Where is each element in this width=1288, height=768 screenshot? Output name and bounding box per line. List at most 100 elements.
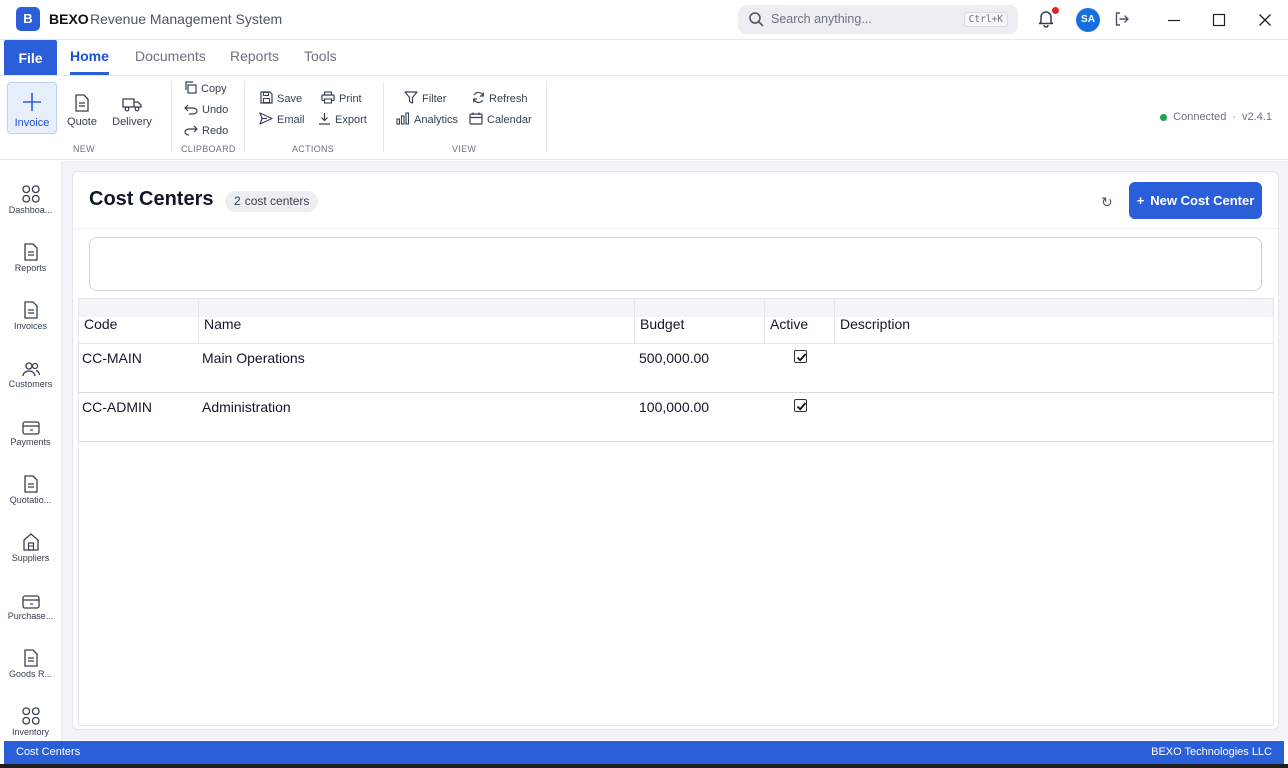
sidebar-item-label: Goods R... xyxy=(8,669,53,679)
print-label: Print xyxy=(339,93,362,105)
sidebar-item-invoices[interactable]: Invoices xyxy=(0,295,61,347)
save-label: Save xyxy=(277,93,303,105)
filter-icon xyxy=(404,91,418,107)
search-shortcut: Ctrl+K xyxy=(963,12,1008,27)
filter-button[interactable]: Filter xyxy=(404,90,446,108)
redo-button[interactable]: Redo xyxy=(184,122,228,140)
taskbar-edge xyxy=(0,764,1288,768)
new-invoice-button[interactable]: Invoice xyxy=(7,82,57,134)
email-button[interactable]: Email xyxy=(259,111,305,129)
status-separator: · xyxy=(1232,111,1237,123)
ribbon-divider xyxy=(244,82,245,152)
cell-code: CC-MAIN xyxy=(82,350,142,366)
export-button[interactable]: Export xyxy=(318,111,367,129)
new-delivery-button[interactable]: Delivery xyxy=(107,82,157,134)
plus-icon: + xyxy=(1136,193,1145,208)
redo-icon xyxy=(184,124,198,139)
cell-name: Administration xyxy=(202,399,291,415)
connection-status: Connected · v2.4.1 xyxy=(1160,111,1272,123)
count-label: cost centers xyxy=(244,194,310,208)
active-checkbox[interactable] xyxy=(794,399,807,412)
ribbon-divider xyxy=(546,82,547,152)
refresh-list-button[interactable]: ↻ xyxy=(1101,194,1113,211)
invoice-icon xyxy=(0,295,61,319)
minimize-button[interactable] xyxy=(1162,8,1186,32)
boxes-icon xyxy=(0,701,61,725)
grid-icon xyxy=(0,179,61,203)
sidebar-item-customers[interactable]: Customers xyxy=(0,353,61,405)
filter-label: Filter xyxy=(422,93,447,105)
printer-icon xyxy=(321,91,335,107)
new-invoice-label: Invoice xyxy=(14,117,50,129)
table-row[interactable]: CC-MAIN Main Operations 500,000.00 xyxy=(79,344,1273,393)
column-header-active[interactable]: Active xyxy=(765,299,835,344)
undo-label: Undo xyxy=(202,104,229,116)
filter-input[interactable] xyxy=(89,237,1262,291)
sidebar-item-suppliers[interactable]: Suppliers xyxy=(0,527,61,579)
page-title: Cost Centers xyxy=(89,188,214,210)
copy-button[interactable]: Copy xyxy=(184,80,227,98)
active-checkbox[interactable] xyxy=(794,350,807,363)
app-name: BEXO xyxy=(49,11,89,27)
table-header: Code Name Budget Active Description xyxy=(79,299,1273,344)
close-button[interactable] xyxy=(1253,8,1277,32)
user-avatar[interactable]: SA xyxy=(1076,8,1100,32)
calendar-icon xyxy=(469,112,483,128)
undo-button[interactable]: Undo xyxy=(184,101,228,119)
users-icon xyxy=(0,353,61,377)
sidebar-item-quotations[interactable]: Quotatio... xyxy=(0,469,61,521)
tab-file[interactable]: File xyxy=(4,40,57,75)
refresh-icon xyxy=(472,91,485,107)
email-label: Email xyxy=(277,114,305,126)
redo-label: Redo xyxy=(202,125,229,137)
copy-label: Copy xyxy=(201,83,227,95)
column-header-description[interactable]: Description xyxy=(835,299,1273,344)
group-label-view: VIEW xyxy=(452,144,477,154)
sidebar-item-reports[interactable]: Reports xyxy=(0,237,61,289)
count-value: 2 xyxy=(234,194,241,208)
count-badge: 2 cost centers xyxy=(225,191,319,212)
save-button[interactable]: Save xyxy=(260,90,302,108)
building-icon xyxy=(0,527,61,551)
status-text: Connected xyxy=(1173,111,1227,123)
print-button[interactable]: Print xyxy=(321,90,362,108)
refresh-button[interactable]: Refresh xyxy=(472,90,528,108)
sidebar-item-label: Suppliers xyxy=(11,553,50,563)
sidebar-item-payments[interactable]: Payments xyxy=(0,411,61,463)
tab-documents[interactable]: Documents xyxy=(135,40,206,75)
ribbon: Invoice Quote Delivery NEW Copy Undo Red… xyxy=(0,76,1288,160)
logout-icon[interactable] xyxy=(1113,10,1131,31)
column-header-budget[interactable]: Budget xyxy=(635,299,765,344)
group-label-new: NEW xyxy=(73,144,95,154)
bar-chart-icon xyxy=(396,112,410,128)
sidebar-item-dashboard[interactable]: Dashboa... xyxy=(0,179,61,231)
divider xyxy=(73,228,1278,229)
cost-centers-panel: Cost Centers 2 cost centers ↻ + New Cost … xyxy=(72,171,1279,730)
new-cost-center-button[interactable]: + New Cost Center xyxy=(1129,182,1262,219)
status-bar-company: BEXO Technologies LLC xyxy=(1151,746,1272,758)
global-search[interactable]: Search anything... Ctrl+K xyxy=(738,5,1018,34)
group-label-actions: ACTIONS xyxy=(292,144,335,154)
tab-home[interactable]: Home xyxy=(70,40,109,75)
new-quote-button[interactable]: Quote xyxy=(57,82,107,134)
save-icon xyxy=(260,91,273,107)
calendar-button[interactable]: Calendar xyxy=(469,111,532,129)
analytics-button[interactable]: Analytics xyxy=(396,111,458,129)
tab-reports[interactable]: Reports xyxy=(230,40,279,75)
new-delivery-label: Delivery xyxy=(112,116,152,128)
analytics-label: Analytics xyxy=(414,114,459,126)
calendar-label: Calendar xyxy=(487,114,532,126)
table-row[interactable]: CC-ADMIN Administration 100,000.00 xyxy=(79,393,1273,442)
cell-budget: 100,000.00 xyxy=(639,399,710,415)
sidebar-item-label: Reports xyxy=(14,263,47,273)
search-input[interactable]: Search anything... xyxy=(771,12,872,26)
column-header-name[interactable]: Name xyxy=(199,299,635,344)
sidebar-item-goods-receipt[interactable]: Goods R... xyxy=(0,643,61,695)
cost-centers-table: Code Name Budget Active Description CC-M… xyxy=(78,298,1274,726)
sidebar: Dashboa... Reports Invoices Customers Pa… xyxy=(0,161,62,740)
maximize-button[interactable] xyxy=(1207,8,1231,32)
copy-icon xyxy=(184,81,197,97)
tab-tools[interactable]: Tools xyxy=(304,40,337,75)
sidebar-item-purchases[interactable]: Purchase... xyxy=(0,585,61,637)
column-header-code[interactable]: Code xyxy=(79,299,199,344)
